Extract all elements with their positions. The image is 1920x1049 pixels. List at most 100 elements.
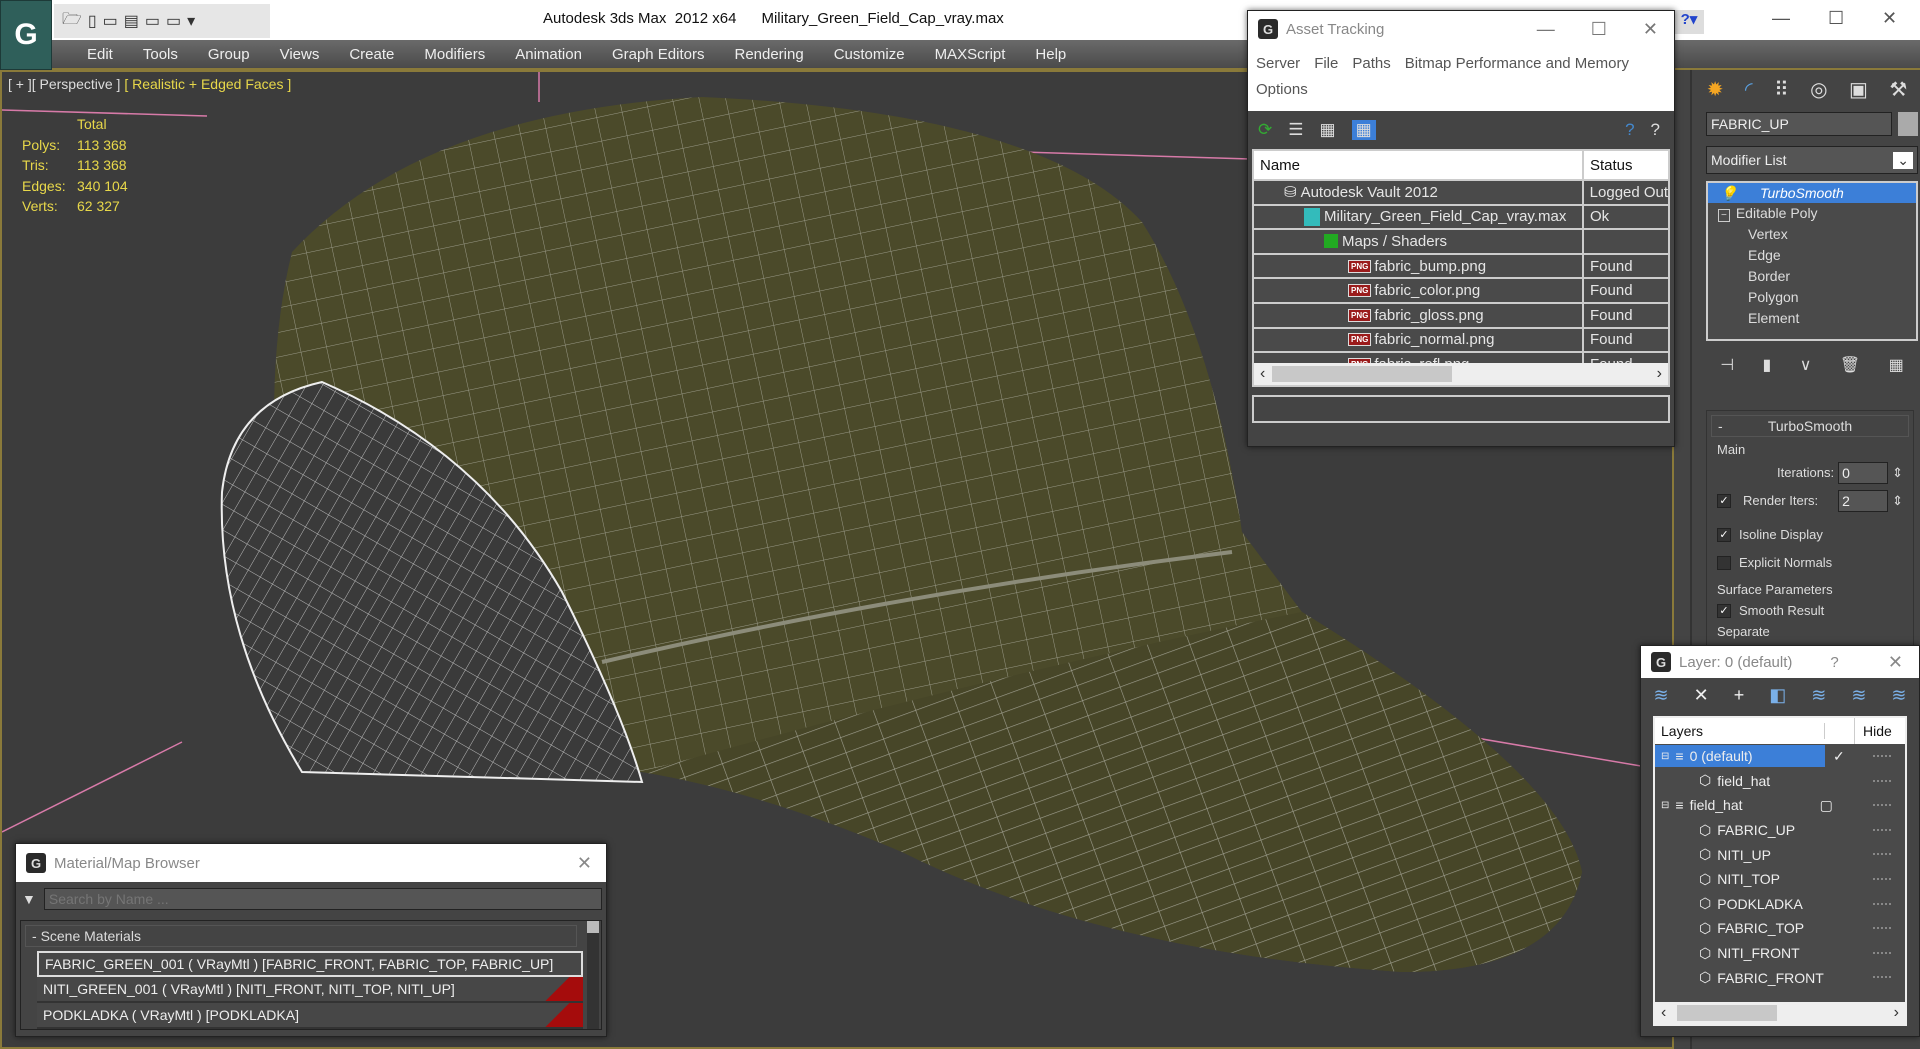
- explicit-normals-checkbox[interactable]: [1717, 556, 1731, 570]
- highlight-layer-icon[interactable]: ≋: [1811, 685, 1826, 706]
- spinner-arrows-icon[interactable]: ⇕: [1892, 492, 1903, 510]
- menu-options[interactable]: Options: [1256, 81, 1308, 98]
- object-row[interactable]: ⬡ PODKLADKA: [1655, 892, 1905, 917]
- configure-sets-icon[interactable]: ▦: [1889, 355, 1904, 375]
- object-row[interactable]: ⬡ NITI_FRONT: [1655, 941, 1905, 966]
- maximize-button[interactable]: ☐: [1591, 19, 1607, 40]
- viewport-view-menu[interactable]: [ Perspective ]: [32, 76, 121, 92]
- stack-item-turbosmooth[interactable]: 💡 TurboSmooth: [1708, 183, 1916, 203]
- layer-row[interactable]: ⊟ ≡ field_hat ▢: [1655, 793, 1905, 818]
- undo-icon[interactable]: ▭: [145, 11, 160, 31]
- table-row[interactable]: PNG fabric_color.png Found: [1254, 279, 1668, 304]
- menu-views[interactable]: Views: [265, 46, 335, 63]
- vertical-scrollbar[interactable]: [587, 921, 599, 1029]
- hide-toggle[interactable]: [1873, 804, 1891, 807]
- object-row[interactable]: ⬡ FABRIC_TOP: [1655, 916, 1905, 941]
- open-icon[interactable]: 🗁: [62, 8, 82, 35]
- help-icon[interactable]: ?: [1625, 120, 1634, 140]
- scrollbar-thumb[interactable]: [1677, 1005, 1777, 1021]
- viewport-label[interactable]: [ + ][ Perspective ] [ Realistic + Edged…: [8, 76, 291, 92]
- hide-all-icon[interactable]: ≋: [1851, 685, 1866, 706]
- hide-toggle[interactable]: [1873, 951, 1891, 954]
- collapse-icon[interactable]: −: [1718, 209, 1730, 222]
- column-name[interactable]: Name: [1254, 151, 1584, 179]
- column-status[interactable]: Status: [1584, 157, 1633, 174]
- scroll-left-icon[interactable]: ‹: [1661, 1004, 1666, 1022]
- minimize-button[interactable]: —: [1772, 8, 1790, 29]
- hide-toggle[interactable]: [1873, 853, 1891, 856]
- stack-item-editable-poly[interactable]: − Editable Poly: [1708, 203, 1916, 224]
- search-input[interactable]: [43, 888, 602, 910]
- menu-animation[interactable]: Animation: [500, 46, 597, 63]
- viewport-shading-menu[interactable]: [ Realistic + Edged Faces ]: [124, 76, 291, 92]
- app-menu-button[interactable]: G: [0, 0, 52, 70]
- isoline-checkbox[interactable]: ✓: [1717, 528, 1731, 542]
- stack-item-polygon[interactable]: Polygon: [1708, 287, 1916, 308]
- close-button[interactable]: ✕: [577, 853, 606, 874]
- hide-toggle[interactable]: [1873, 828, 1891, 831]
- create-layer-icon[interactable]: ≋: [1654, 685, 1669, 706]
- scrollbar-thumb[interactable]: [1272, 366, 1452, 382]
- show-end-result-icon[interactable]: ▮: [1763, 355, 1772, 375]
- maximize-button[interactable]: ☐: [1828, 8, 1844, 29]
- menu-group[interactable]: Group: [193, 46, 265, 63]
- asset-path-field[interactable]: [1252, 395, 1670, 423]
- save-icon[interactable]: ▯: [88, 11, 97, 31]
- list-view-icon[interactable]: ☰: [1288, 120, 1303, 140]
- menu-create[interactable]: Create: [334, 46, 409, 63]
- menu-modifiers[interactable]: Modifiers: [409, 46, 500, 63]
- column-layers[interactable]: Layers: [1655, 723, 1825, 739]
- modify-tab-icon[interactable]: ◜: [1745, 77, 1753, 102]
- help-button[interactable]: ?: [1830, 654, 1838, 671]
- select-objects-icon[interactable]: ◧: [1769, 685, 1786, 706]
- remove-modifier-icon[interactable]: 🗑: [1840, 355, 1860, 375]
- object-row[interactable]: ⬡ FABRIC_FRONT: [1655, 965, 1905, 990]
- material-item[interactable]: NITI_GREEN_001 ( VRayMtl ) [NITI_FRONT, …: [37, 977, 583, 1003]
- menu-customize[interactable]: Customize: [819, 46, 920, 63]
- object-row[interactable]: ⬡ FABRIC_UP: [1655, 818, 1905, 843]
- table-row[interactable]: PNG fabric_normal.png Found: [1254, 328, 1668, 354]
- group-collapse[interactable]: -: [32, 928, 37, 944]
- smooth-result-checkbox[interactable]: ✓: [1717, 604, 1731, 618]
- hierarchy-tab-icon[interactable]: ⠿: [1774, 77, 1789, 102]
- lightbulb-icon[interactable]: 💡: [1720, 183, 1737, 203]
- modifier-list-dropdown[interactable]: Modifier List ⌄: [1706, 146, 1918, 174]
- viewport-menu[interactable]: [ + ]: [8, 76, 32, 92]
- object-name-field[interactable]: FABRIC_UP: [1706, 112, 1892, 136]
- dropdown-icon[interactable]: ▾: [187, 11, 195, 31]
- menu-edit[interactable]: Edit: [72, 46, 128, 63]
- menu-help[interactable]: Help: [1020, 46, 1081, 63]
- hide-toggle[interactable]: [1873, 877, 1891, 880]
- stack-item-edge[interactable]: Edge: [1708, 245, 1916, 266]
- iterations-spinner[interactable]: 0: [1838, 462, 1889, 484]
- close-button[interactable]: ✕: [1643, 19, 1658, 40]
- material-item[interactable]: FABRIC_GREEN_001 ( VRayMtl ) [FABRIC_FRO…: [37, 951, 583, 977]
- freeze-all-icon[interactable]: ≋: [1891, 685, 1906, 706]
- menu-file[interactable]: File: [1314, 55, 1338, 72]
- redo-icon[interactable]: ▭: [166, 11, 181, 31]
- scroll-right-icon[interactable]: ›: [1894, 1004, 1899, 1022]
- utilities-tab-icon[interactable]: ⚒: [1889, 77, 1907, 102]
- make-unique-icon[interactable]: ∨: [1800, 355, 1812, 375]
- close-button[interactable]: ✕: [1882, 8, 1897, 29]
- options-dropdown-icon[interactable]: ▼: [22, 891, 36, 907]
- menu-maxscript[interactable]: MAXScript: [920, 46, 1021, 63]
- horizontal-scrollbar[interactable]: ‹ ›: [1254, 363, 1668, 385]
- stack-item-border[interactable]: Border: [1708, 266, 1916, 287]
- menu-paths[interactable]: Paths: [1352, 55, 1390, 72]
- menu-rendering[interactable]: Rendering: [719, 46, 818, 63]
- object-color-swatch[interactable]: [1898, 112, 1918, 136]
- pin-stack-icon[interactable]: ⊣: [1720, 355, 1734, 375]
- table-row[interactable]: PNG fabric_gloss.png Found: [1254, 303, 1668, 329]
- scroll-right-icon[interactable]: ›: [1657, 365, 1662, 383]
- menu-graph-editors[interactable]: Graph Editors: [597, 46, 720, 63]
- layer-row[interactable]: ⊟ ≡ 0 (default) ✓: [1655, 744, 1905, 769]
- material-item[interactable]: PODKLADKA ( VRayMtl ) [PODKLADKA]: [37, 1003, 583, 1029]
- hide-toggle[interactable]: [1873, 927, 1891, 930]
- minimize-button[interactable]: —: [1537, 19, 1555, 40]
- set-current-layer-icon[interactable]: ▢: [1820, 797, 1833, 814]
- hide-toggle[interactable]: [1873, 755, 1891, 757]
- table-row[interactable]: Maps / Shaders: [1254, 230, 1668, 255]
- context-help-icon[interactable]: ?: [1651, 120, 1674, 140]
- object-row[interactable]: ⬡ NITI_UP: [1655, 842, 1905, 867]
